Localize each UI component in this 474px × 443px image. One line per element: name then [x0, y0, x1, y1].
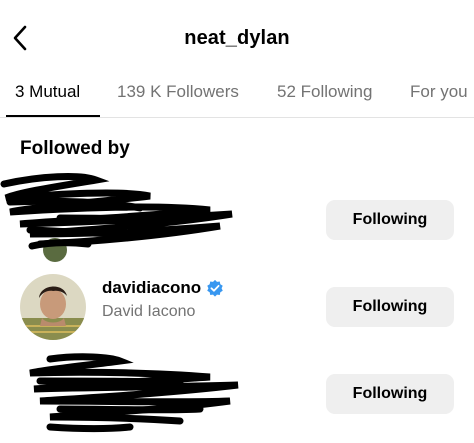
tab-following[interactable]: 52 Following	[277, 82, 372, 102]
list-item[interactable]: Following	[0, 173, 474, 263]
list-item[interactable]: davidiacono David Iacono Following	[0, 264, 474, 350]
avatar[interactable]	[20, 274, 86, 340]
list-item[interactable]: Following	[0, 351, 474, 437]
redaction-scribble	[29, 353, 239, 432]
tab-for-you[interactable]: For you	[410, 82, 468, 102]
full-name: David Iacono	[102, 303, 196, 320]
username[interactable]: davidiacono	[102, 278, 224, 298]
tab-bar: 3 Mutual 139 K Followers 52 Following Fo…	[0, 72, 474, 118]
following-button[interactable]: Following	[326, 200, 454, 240]
following-button[interactable]: Following	[326, 287, 454, 327]
tab-mutual[interactable]: 3 Mutual	[15, 82, 80, 102]
profile-photo	[20, 274, 86, 340]
active-tab-indicator	[6, 115, 100, 117]
redaction-scribble	[0, 173, 233, 262]
verified-badge-icon	[207, 279, 223, 297]
header: neat_dylan	[0, 0, 474, 72]
following-button[interactable]: Following	[326, 374, 454, 414]
user-info: davidiacono David Iacono	[102, 278, 224, 321]
tab-followers[interactable]: 139 K Followers	[117, 82, 239, 102]
section-title: Followed by	[20, 138, 130, 159]
page-title: neat_dylan	[184, 27, 290, 49]
username-text: davidiacono	[102, 278, 202, 297]
